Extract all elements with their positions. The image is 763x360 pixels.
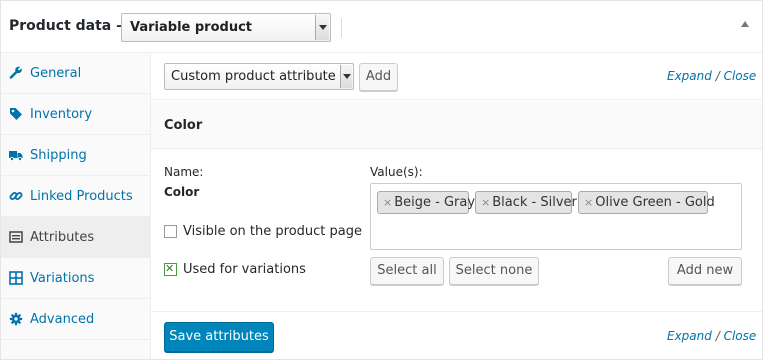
list-icon (9, 231, 23, 243)
visible-on-product-page-label: Visible on the product page (183, 224, 362, 239)
product-data-tabs: General Inventory Shipping Linked Produc… (1, 53, 151, 359)
product-type-value: Variable product (130, 20, 252, 35)
used-for-variations-checkbox[interactable] (164, 262, 177, 276)
attribute-heading-row[interactable]: Color (151, 101, 762, 149)
panel-header: Product data — Variable product (1, 1, 762, 53)
collapse-arrow-icon[interactable] (741, 21, 749, 27)
remove-value-icon[interactable]: × (481, 196, 490, 209)
tab-inventory[interactable]: Inventory (1, 94, 150, 135)
link-separator: / (715, 329, 720, 343)
attribute-values-input[interactable]: × Beige - Gray × Black - Silver × Olive Gre… (370, 183, 742, 250)
attribute-type-value: Custom product attribute (171, 69, 336, 84)
add-new-value-button[interactable]: Add new (668, 257, 742, 285)
save-attributes-button[interactable]: Save attributes (164, 322, 274, 352)
tab-label: Shipping (30, 148, 87, 163)
value-chip-label: Beige - Gray (394, 195, 476, 210)
tab-label: Inventory (30, 107, 93, 122)
remove-value-icon[interactable]: × (383, 196, 392, 209)
attribute-name-value: Color (164, 185, 200, 199)
tab-advanced[interactable]: Advanced (1, 299, 150, 340)
tab-label: Attributes (30, 230, 95, 245)
tab-attributes[interactable]: Attributes (1, 217, 150, 258)
select-none-button[interactable]: Select none (449, 257, 539, 285)
attributes-panel: Custom product attribute Add Expand / Cl… (151, 53, 762, 359)
link-icon (9, 192, 23, 200)
close-link[interactable]: Close (724, 69, 757, 83)
expand-close-links: Expand / Close (667, 69, 756, 83)
wrench-icon (9, 66, 22, 79)
value-chip-label: Olive Green - Gold (595, 195, 715, 210)
footer-divider (151, 311, 762, 312)
tab-variations[interactable]: Variations (1, 258, 150, 299)
select-all-button[interactable]: Select all (370, 257, 444, 285)
expand-link[interactable]: Expand (667, 329, 712, 343)
tab-label: Linked Products (30, 189, 133, 204)
attribute-type-select[interactable]: Custom product attribute (164, 63, 354, 90)
tab-label: Advanced (30, 312, 95, 327)
gear-icon (9, 312, 23, 326)
value-chip: × Black - Silver (475, 191, 577, 214)
tab-general[interactable]: General (1, 53, 150, 94)
panel-title: Product data — (9, 18, 131, 34)
grid-icon (9, 271, 23, 285)
attributes-toolbar: Custom product attribute Add Expand / Cl… (151, 53, 762, 100)
chevron-down-icon (340, 65, 352, 88)
tab-label: Variations (30, 271, 95, 286)
tab-label: General (30, 66, 82, 81)
chevron-down-icon (315, 15, 329, 40)
tab-linked-products[interactable]: Linked Products (1, 176, 150, 217)
footer-expand-close-links: Expand / Close (667, 329, 756, 343)
product-type-select[interactable]: Variable product (121, 13, 331, 42)
remove-value-icon[interactable]: × (584, 196, 593, 209)
attribute-heading: Color (164, 118, 203, 133)
add-attribute-button[interactable]: Add (359, 63, 398, 91)
value-chip: × Beige - Gray (377, 191, 475, 214)
value-chip: × Olive Green - Gold (578, 191, 715, 214)
expand-link[interactable]: Expand (667, 69, 712, 83)
value-chip-label: Black - Silver (492, 195, 577, 210)
tag-icon (10, 108, 22, 120)
name-label: Name: (164, 165, 204, 179)
values-label: Value(s): (370, 165, 423, 179)
visible-on-product-page-checkbox[interactable] (164, 225, 177, 238)
tab-shipping[interactable]: Shipping (1, 135, 150, 176)
used-for-variations-label: Used for variations (183, 262, 306, 277)
header-divider (341, 18, 342, 38)
close-link[interactable]: Close (724, 329, 757, 343)
link-separator: / (715, 69, 720, 83)
truck-icon (9, 151, 23, 161)
product-data-panel: Product data — Variable product General … (0, 0, 763, 360)
